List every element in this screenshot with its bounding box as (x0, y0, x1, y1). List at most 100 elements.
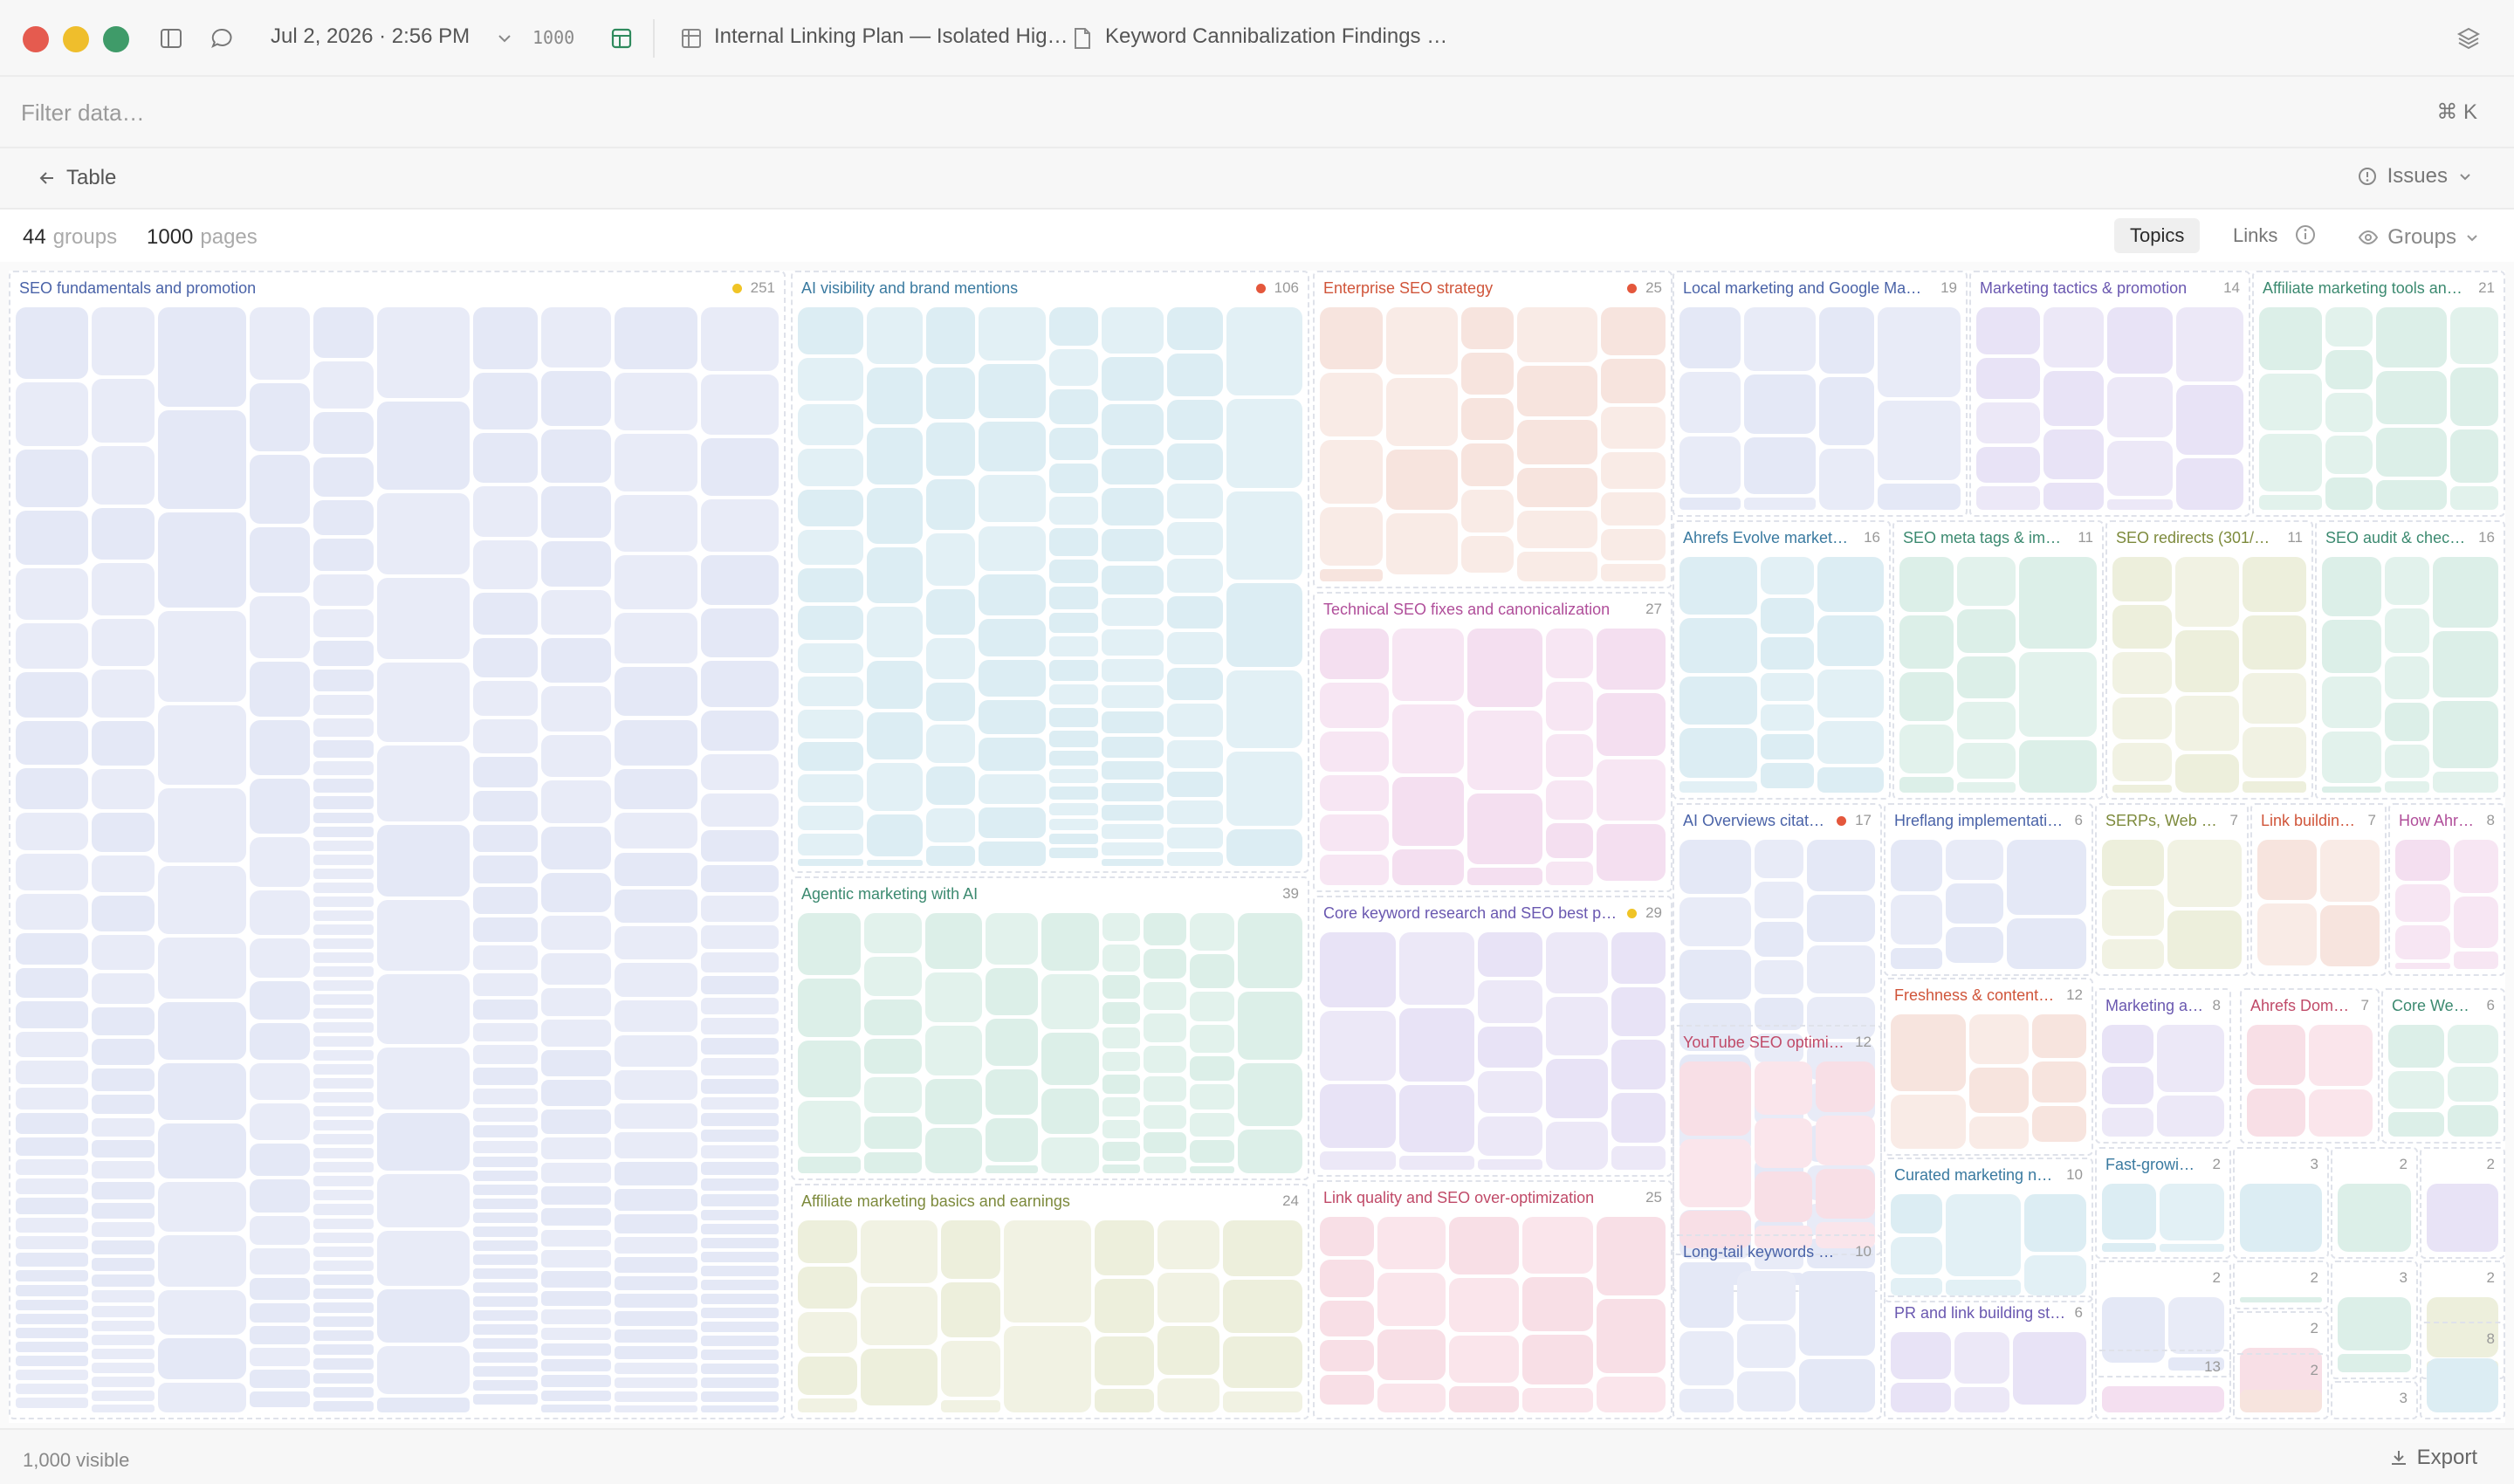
page-tile[interactable] (1144, 1076, 1187, 1102)
page-tile[interactable] (1478, 932, 1543, 978)
page-tile[interactable] (1226, 491, 1302, 580)
page-tile[interactable] (313, 1232, 374, 1243)
page-tile[interactable] (377, 1398, 471, 1412)
page-tile[interactable] (1679, 307, 1741, 368)
page-tile[interactable] (1101, 684, 1164, 709)
page-tile[interactable] (2024, 1254, 2086, 1295)
page-tile[interactable] (2167, 840, 2242, 908)
page-tile[interactable] (1144, 1157, 1187, 1173)
page-tile[interactable] (700, 1391, 779, 1402)
page-tile[interactable] (249, 1248, 310, 1274)
topic-group[interactable]: Fast-growi… 2 (2095, 1147, 2231, 1259)
page-tile[interactable] (2175, 753, 2240, 793)
page-tile[interactable] (2320, 840, 2380, 903)
page-tile[interactable] (313, 1274, 374, 1286)
page-tile[interactable] (2112, 784, 2173, 793)
page-tile[interactable] (1226, 307, 1302, 395)
topic-group[interactable]: SEO audit & checkli… 16 (2315, 520, 2505, 800)
close-window-button[interactable] (23, 26, 49, 52)
page-tile[interactable] (16, 1313, 89, 1324)
page-tile[interactable] (473, 372, 539, 430)
page-tile[interactable] (2308, 1089, 2373, 1137)
page-tile[interactable] (1877, 400, 1961, 480)
page-tile[interactable] (979, 773, 1047, 805)
page-tile[interactable] (866, 814, 924, 856)
page-tile[interactable] (92, 445, 155, 505)
page-tile[interactable] (798, 677, 863, 706)
page-tile[interactable] (1144, 1104, 1187, 1129)
page-tile[interactable] (2453, 840, 2498, 893)
page-tile[interactable] (863, 957, 922, 997)
page-tile[interactable] (700, 1293, 779, 1304)
page-tile[interactable] (1545, 681, 1594, 731)
page-tile[interactable] (1611, 986, 1666, 1036)
page-tile[interactable] (1049, 818, 1098, 830)
page-tile[interactable] (2388, 1112, 2445, 1137)
page-tile[interactable] (1817, 670, 1884, 718)
page-tile[interactable] (1818, 448, 1874, 510)
page-tile[interactable] (1101, 842, 1164, 855)
page-tile[interactable] (1460, 398, 1515, 441)
page-tile[interactable] (473, 1351, 539, 1363)
page-tile[interactable] (16, 1252, 89, 1267)
page-tile[interactable] (1957, 557, 2016, 606)
page-tile[interactable] (541, 1270, 612, 1288)
page-tile[interactable] (798, 742, 863, 772)
page-tile[interactable] (924, 972, 983, 1023)
page-tile[interactable] (926, 845, 976, 866)
page-tile[interactable] (2175, 557, 2240, 627)
page-tile[interactable] (615, 852, 697, 886)
page-tile[interactable] (1546, 932, 1609, 994)
page-tile[interactable] (473, 855, 539, 884)
page-tile[interactable] (1320, 932, 1396, 1007)
page-tile[interactable] (798, 834, 863, 856)
page-tile[interactable] (473, 1295, 539, 1307)
page-tile[interactable] (1517, 307, 1597, 363)
page-tile[interactable] (940, 1281, 1001, 1337)
page-tile[interactable] (1166, 558, 1224, 593)
page-tile[interactable] (1386, 450, 1458, 511)
page-tile[interactable] (979, 738, 1047, 771)
page-tile[interactable] (1102, 1119, 1141, 1138)
page-tile[interactable] (2259, 373, 2322, 431)
page-tile[interactable] (473, 824, 539, 853)
page-tile[interactable] (1320, 629, 1390, 679)
page-tile[interactable] (473, 1379, 539, 1391)
page-tile[interactable] (1049, 660, 1098, 681)
topic-group[interactable]: 3 (2331, 1381, 2418, 1419)
page-tile[interactable] (249, 836, 310, 888)
page-tile[interactable] (1041, 1032, 1099, 1085)
page-tile[interactable] (615, 1276, 697, 1291)
page-tile[interactable] (541, 953, 612, 986)
page-tile[interactable] (2112, 697, 2173, 739)
page-tile[interactable] (1144, 1131, 1187, 1154)
page-tile[interactable] (541, 780, 612, 824)
page-tile[interactable] (940, 1340, 1001, 1397)
page-tile[interactable] (1320, 1151, 1396, 1170)
page-tile[interactable] (249, 980, 310, 1020)
page-tile[interactable] (700, 925, 779, 949)
page-tile[interactable] (92, 1404, 155, 1412)
page-tile[interactable] (926, 423, 976, 476)
page-tile[interactable] (158, 937, 246, 1000)
filter-input[interactable] (21, 94, 2116, 131)
page-tile[interactable] (798, 859, 863, 866)
page-tile[interactable] (1102, 1141, 1141, 1161)
page-tile[interactable] (1957, 608, 2016, 653)
page-tile[interactable] (1049, 527, 1098, 556)
page-tile[interactable] (473, 1337, 539, 1349)
page-tile[interactable] (249, 1063, 310, 1101)
page-tile[interactable] (1761, 598, 1814, 634)
page-tile[interactable] (1755, 921, 1804, 958)
topic-group[interactable]: SEO meta tags & im… 11 (1892, 520, 2104, 800)
page-tile[interactable] (798, 774, 863, 803)
page-tile[interactable] (541, 429, 612, 484)
page-tile[interactable] (1041, 1137, 1099, 1173)
page-tile[interactable] (1166, 703, 1224, 737)
page-tile[interactable] (92, 768, 155, 810)
sidebar-toggle-icon[interactable] (155, 23, 187, 54)
page-tile[interactable] (1166, 667, 1224, 700)
page-tile[interactable] (313, 1064, 374, 1075)
page-tile[interactable] (2257, 903, 2318, 966)
page-tile[interactable] (249, 307, 310, 381)
